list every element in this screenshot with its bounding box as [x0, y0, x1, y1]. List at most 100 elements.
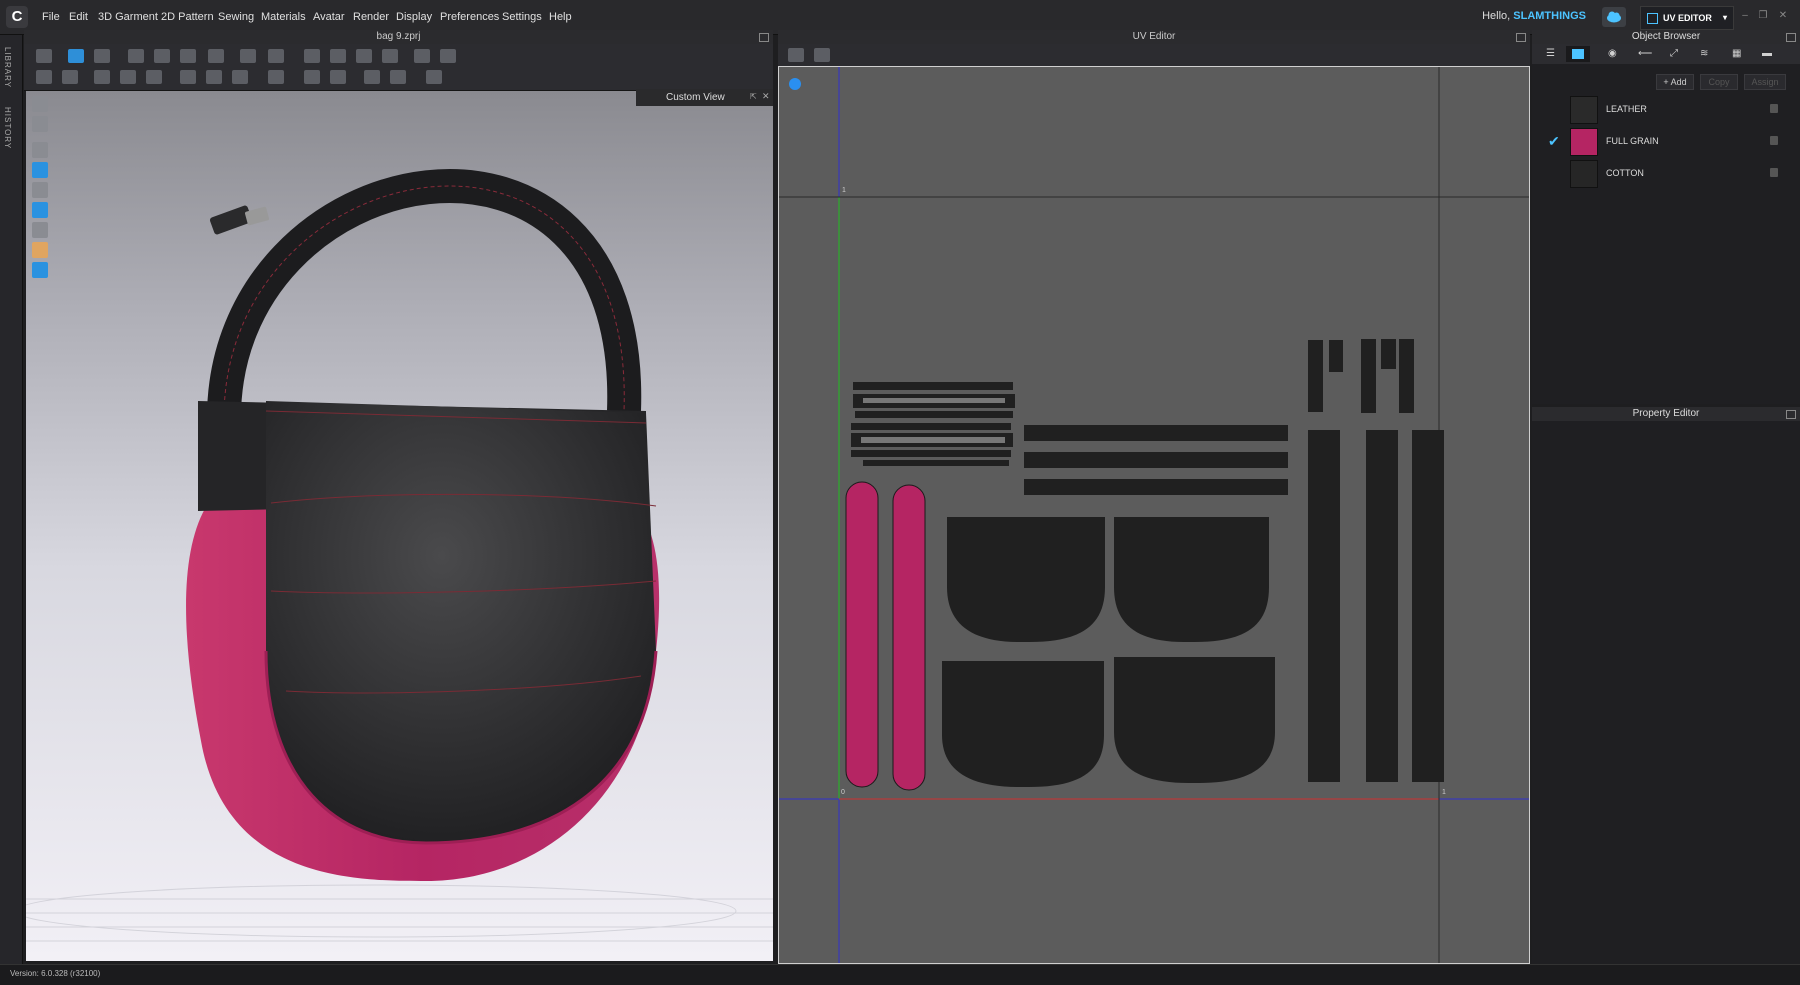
show-uv-icon[interactable] — [32, 202, 48, 218]
show-skin-icon[interactable] — [32, 242, 48, 258]
button-icon[interactable] — [180, 70, 196, 84]
steam-icon[interactable] — [268, 49, 284, 63]
material-item-cotton[interactable]: COTTON — [1548, 160, 1788, 188]
assign-material-button[interactable]: Assign — [1744, 74, 1786, 90]
piping-icon[interactable] — [146, 70, 162, 84]
lock-icon[interactable] — [1770, 168, 1778, 177]
view-label: Custom View — [666, 92, 725, 103]
object-browser-tabs: ☰ ◉ ⟵ ⤢ ≋ ▦ ▬ — [1532, 44, 1800, 64]
select-mesh-icon[interactable] — [94, 49, 110, 63]
material-name: FULL GRAIN — [1606, 136, 1659, 146]
measure-icon[interactable] — [240, 49, 256, 63]
material-swatch — [1570, 96, 1598, 124]
plus-icon: + — [1663, 77, 1671, 87]
texture-icon[interactable] — [330, 70, 346, 84]
add-material-button[interactable]: + Add — [1656, 74, 1694, 90]
select-move-icon[interactable] — [36, 49, 52, 63]
menu-2d-pattern[interactable]: 2D Pattern — [161, 11, 214, 23]
remove-pin-icon[interactable] — [180, 49, 196, 63]
mode-selector[interactable]: UV EDITOR ▾ — [1640, 6, 1734, 30]
list-tab-icon[interactable]: ☰ — [1546, 48, 1555, 59]
app-logo[interactable]: C — [6, 6, 28, 28]
undock-icon[interactable] — [759, 33, 769, 42]
close-button[interactable]: ✕ — [1776, 10, 1790, 22]
object-browser-title: Object Browser — [1532, 30, 1800, 44]
material-item-leather[interactable]: LEATHER — [1548, 96, 1788, 124]
button-tab-icon[interactable]: ◉ — [1608, 48, 1617, 59]
hanger-icon[interactable] — [356, 49, 372, 63]
fold-icon[interactable] — [304, 49, 320, 63]
lock-icon[interactable] — [1770, 136, 1778, 145]
zipper-icon[interactable] — [120, 70, 136, 84]
graphic-icon[interactable] — [304, 70, 320, 84]
menu-3d-garment[interactable]: 3D Garment — [98, 11, 158, 23]
avatar-measure-icon[interactable] — [268, 70, 284, 84]
arrange-icon[interactable] — [330, 49, 346, 63]
pin-view-icon[interactable]: ⇱ — [750, 92, 757, 101]
uv-mode-icon — [1647, 13, 1658, 24]
topstitch-tab-icon[interactable]: ⤢ — [1670, 48, 1678, 59]
menu-preferences[interactable]: Preferences — [440, 11, 499, 23]
lift-icon[interactable] — [382, 49, 398, 63]
username[interactable]: SLAMTHINGS — [1513, 10, 1586, 22]
menu-file[interactable]: File — [42, 11, 60, 23]
show-avatar-icon[interactable] — [32, 182, 48, 198]
menu-help[interactable]: Help — [549, 11, 572, 23]
pin-icon[interactable] — [128, 49, 144, 63]
symmetry-icon[interactable] — [414, 49, 430, 63]
show-garment-icon[interactable] — [32, 142, 48, 158]
show-pattern-icon[interactable] — [32, 162, 48, 178]
show-environment-icon[interactable] — [32, 262, 48, 278]
copy-material-button[interactable]: Copy — [1700, 74, 1738, 90]
viewport-3d[interactable] — [26, 91, 773, 961]
mode-label: UV EDITOR — [1663, 13, 1712, 23]
trim-icon[interactable] — [364, 70, 380, 84]
material-item-full-grain[interactable]: ✔ FULL GRAIN — [1548, 128, 1788, 156]
align-icon[interactable] — [426, 70, 442, 84]
avatar-front-icon[interactable] — [32, 96, 48, 112]
fabric-tab-icon[interactable] — [1566, 46, 1590, 62]
tab-library[interactable]: LIBRARY — [3, 47, 12, 88]
menu-sewing[interactable]: Sewing — [218, 11, 254, 23]
garment-icon[interactable] — [32, 116, 48, 132]
uv-canvas[interactable]: 1 0 1 — [778, 66, 1530, 964]
lock-icon[interactable] — [1770, 104, 1778, 113]
menu-avatar[interactable]: Avatar — [313, 11, 345, 23]
puckering-tab-icon[interactable]: ≋ — [1700, 48, 1708, 59]
edit-sewing-icon[interactable] — [36, 70, 52, 84]
garment-fit-icon[interactable] — [440, 49, 456, 63]
menu-render[interactable]: Render — [353, 11, 389, 23]
chevron-down-icon: ▾ — [1722, 13, 1727, 22]
material-name: LEATHER — [1606, 104, 1647, 114]
undock-icon[interactable] — [1786, 33, 1796, 42]
material-swatch — [1570, 128, 1598, 156]
snapshot-icon[interactable] — [788, 48, 804, 62]
cloud-sync-button[interactable] — [1602, 7, 1626, 27]
snapshot-export-icon[interactable] — [814, 48, 830, 62]
restore-button[interactable]: ❐ — [1756, 10, 1770, 22]
menu-settings[interactable]: Settings — [502, 11, 542, 23]
topstitch-icon[interactable] — [62, 70, 78, 84]
tab-history[interactable]: HISTORY — [3, 107, 12, 149]
buttonhole-tab-icon[interactable]: ⟵ — [1638, 48, 1652, 59]
menu-materials[interactable]: Materials — [261, 11, 306, 23]
undock-icon[interactable] — [1516, 33, 1526, 42]
menu-display[interactable]: Display — [396, 11, 432, 23]
graphic-tab-icon[interactable]: ▦ — [1732, 48, 1741, 59]
trim-tab-icon[interactable]: ▬ — [1762, 48, 1772, 59]
menu-edit[interactable]: Edit — [69, 11, 88, 23]
undock-icon[interactable] — [1786, 410, 1796, 419]
version-label: Version: 6.0.328 (r32100) — [10, 969, 101, 978]
trim-edit-icon[interactable] — [390, 70, 406, 84]
tack-icon[interactable] — [208, 49, 224, 63]
close-view-icon[interactable]: ✕ — [762, 91, 770, 102]
transform-icon[interactable] — [68, 49, 84, 63]
show-fabric-icon[interactable] — [32, 222, 48, 238]
minimize-button[interactable]: – — [1738, 10, 1752, 22]
pin-box-icon[interactable] — [154, 49, 170, 63]
snap-icon[interactable] — [232, 70, 248, 84]
property-editor-title: Property Editor — [1532, 407, 1800, 421]
check-icon: ✔ — [1548, 133, 1560, 149]
buttonhole-icon[interactable] — [206, 70, 222, 84]
puckering-icon[interactable] — [94, 70, 110, 84]
